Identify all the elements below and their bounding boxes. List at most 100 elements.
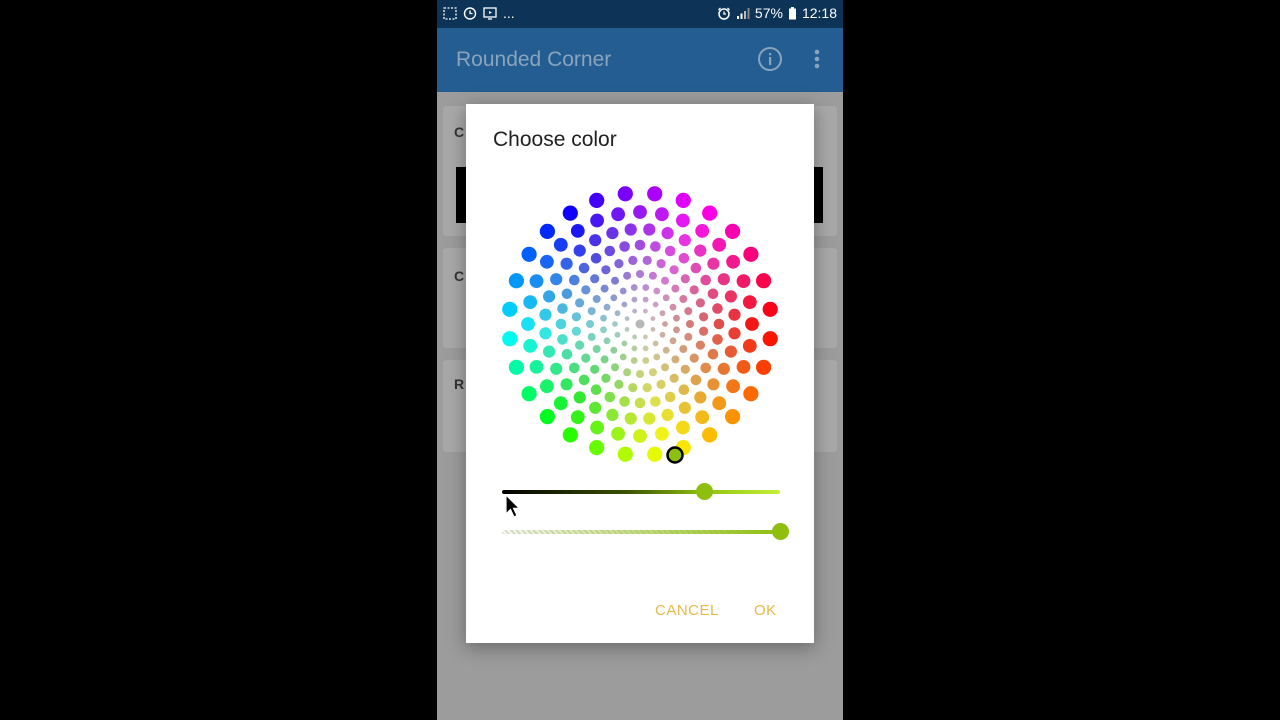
color-dot[interactable] [659, 331, 666, 338]
color-dot[interactable] [686, 320, 694, 328]
color-dot[interactable] [586, 320, 594, 328]
color-dot[interactable] [540, 379, 554, 394]
color-dot[interactable] [561, 348, 573, 360]
color-dot[interactable] [726, 254, 740, 269]
color-dot[interactable] [676, 213, 690, 228]
color-dot[interactable] [743, 246, 759, 262]
color-dot[interactable] [650, 241, 661, 252]
color-dot[interactable] [652, 340, 659, 347]
color-dot[interactable] [632, 334, 637, 340]
color-dot[interactable] [675, 192, 691, 208]
color-dot[interactable] [671, 355, 680, 364]
color-dot[interactable] [614, 331, 621, 338]
color-dot[interactable] [642, 383, 652, 393]
color-dot[interactable] [695, 340, 705, 350]
color-dot[interactable] [647, 446, 663, 462]
color-dot[interactable] [617, 186, 633, 202]
color-dot[interactable] [669, 337, 677, 345]
color-dot[interactable] [669, 265, 679, 275]
color-dot[interactable] [589, 234, 602, 247]
color-dot[interactable] [601, 373, 611, 383]
color-dot[interactable] [573, 244, 586, 257]
color-dot[interactable] [642, 255, 652, 265]
color-dot[interactable] [502, 331, 518, 347]
color-dot[interactable] [724, 290, 737, 303]
color-dot[interactable] [621, 301, 628, 308]
color-dot[interactable] [762, 331, 778, 347]
color-dot[interactable] [684, 332, 693, 341]
color-dot[interactable] [624, 327, 630, 332]
color-dot[interactable] [611, 276, 619, 285]
color-dot[interactable] [589, 192, 605, 208]
color-dot[interactable] [539, 223, 555, 239]
color-dot[interactable] [619, 287, 627, 295]
color-dot[interactable] [578, 262, 590, 274]
color-dot[interactable] [662, 321, 668, 327]
color-dot[interactable] [553, 237, 568, 252]
info-icon[interactable] [757, 46, 783, 72]
color-dot[interactable] [702, 205, 718, 221]
color-dot[interactable] [631, 296, 638, 303]
color-dot[interactable] [529, 274, 544, 288]
color-dot[interactable] [662, 294, 670, 302]
color-dot[interactable] [632, 308, 637, 314]
color-dot[interactable] [611, 207, 625, 222]
color-dot[interactable] [581, 285, 591, 295]
color-dot[interactable] [590, 274, 600, 284]
color-dot[interactable] [590, 213, 604, 228]
color-dot[interactable] [695, 224, 710, 238]
color-dot[interactable] [650, 327, 656, 332]
color-dot[interactable] [756, 359, 772, 375]
color-dot[interactable] [624, 316, 630, 321]
lightness-slider[interactable] [502, 480, 780, 504]
color-dot[interactable] [635, 319, 645, 329]
color-dot[interactable] [742, 339, 757, 353]
color-dot[interactable] [590, 420, 604, 435]
color-dot[interactable] [661, 276, 669, 285]
color-dot[interactable] [643, 412, 656, 425]
color-dot[interactable] [699, 312, 709, 322]
color-dot[interactable] [642, 357, 650, 364]
color-dot[interactable] [652, 301, 659, 308]
color-dot[interactable] [712, 396, 727, 411]
color-dot[interactable] [673, 314, 680, 322]
color-dot[interactable] [630, 357, 638, 364]
color-dot[interactable] [712, 334, 723, 345]
color-dot[interactable] [611, 363, 619, 372]
color-dot[interactable] [539, 409, 555, 425]
color-dot[interactable] [633, 429, 647, 443]
color-dot[interactable] [690, 374, 702, 386]
color-dot[interactable] [725, 409, 741, 425]
color-dot[interactable] [642, 296, 649, 303]
color-dot[interactable] [628, 383, 638, 393]
color-dot[interactable] [610, 346, 618, 354]
color-dot[interactable] [636, 370, 644, 378]
color-dot[interactable] [634, 239, 646, 251]
color-dot[interactable] [540, 254, 554, 269]
color-dot[interactable] [669, 303, 677, 311]
color-dot[interactable] [694, 391, 707, 404]
overflow-menu-icon[interactable] [807, 47, 827, 71]
color-dot[interactable] [656, 259, 666, 269]
color-dot[interactable] [661, 363, 669, 372]
color-dot[interactable] [614, 310, 621, 317]
color-dot[interactable] [569, 362, 580, 374]
color-dot[interactable] [614, 259, 624, 269]
color-dot[interactable] [643, 308, 648, 314]
color-dot[interactable] [678, 234, 691, 247]
ok-button[interactable]: OK [754, 602, 777, 619]
color-dot[interactable] [673, 326, 680, 334]
color-dot[interactable] [570, 224, 585, 238]
color-dot[interactable] [610, 294, 618, 302]
color-dot[interactable] [539, 308, 552, 321]
color-dot[interactable] [680, 274, 690, 284]
color-dot[interactable] [656, 379, 666, 389]
color-dot[interactable] [611, 426, 625, 441]
color-dot[interactable] [712, 237, 727, 252]
color-dot[interactable] [573, 391, 586, 404]
lightness-thumb[interactable] [696, 483, 714, 500]
color-dot[interactable] [557, 303, 568, 314]
color-dot[interactable] [587, 332, 596, 341]
color-dot[interactable] [589, 440, 605, 456]
color-dot[interactable] [642, 284, 650, 291]
